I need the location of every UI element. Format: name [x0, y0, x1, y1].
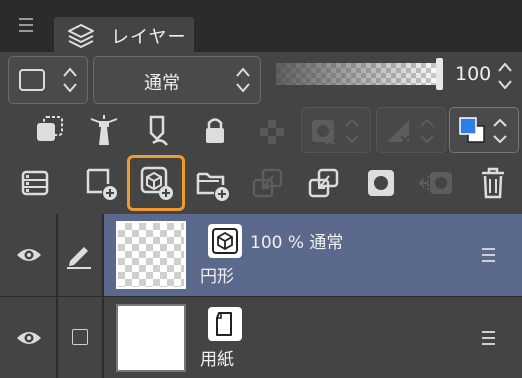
new-3d-layer-icon[interactable]: [138, 164, 176, 202]
layer-content[interactable]: 用紙: [104, 297, 522, 378]
layer-property-list-icon[interactable]: [20, 168, 50, 198]
lock-layer-icon[interactable]: [201, 114, 229, 146]
ruler-disabled-icon: [387, 118, 434, 145]
draft-layer-icon[interactable]: [141, 113, 175, 149]
new-raster-layer-icon[interactable]: [84, 166, 120, 202]
combine-with-layer-below-icon[interactable]: [307, 166, 341, 202]
opacity-slider[interactable]: [276, 63, 438, 85]
panel-menu-icon[interactable]: [19, 18, 37, 32]
layer-mask-disabled-icon: [312, 118, 359, 145]
blend-mode-select[interactable]: 通常: [93, 56, 261, 104]
edit-target-cell[interactable]: [58, 297, 102, 378]
ruler-enable-select: [376, 107, 446, 153]
opacity-slider-handle[interactable]: [436, 58, 443, 90]
new-layer-folder-icon[interactable]: [195, 166, 231, 202]
transfer-to-lower-layer-icon: [252, 168, 283, 198]
layer-color-icon: [459, 117, 507, 144]
eye-icon[interactable]: [15, 329, 43, 347]
layer-opacity-blend: 100 % 通常: [250, 233, 344, 253]
visibility-cell[interactable]: [0, 214, 56, 296]
layer-drag-handle-icon[interactable]: [482, 248, 496, 266]
palette-color-swatch: [19, 69, 45, 91]
layer-name: 円形: [200, 267, 234, 287]
pen-icon: [67, 247, 91, 269]
clip-to-layer-below-icon[interactable]: [33, 114, 67, 148]
reference-layer-icon[interactable]: [87, 113, 121, 149]
blend-mode-value: 通常: [144, 73, 180, 94]
layer-name: 用紙: [200, 350, 234, 370]
layer-color-select[interactable]: [449, 107, 519, 153]
trash-icon[interactable]: [480, 166, 506, 200]
eye-icon[interactable]: [15, 246, 43, 264]
edit-target-cell[interactable]: [58, 214, 102, 296]
edit-target-checkbox[interactable]: [72, 329, 88, 345]
layer-drag-handle-icon[interactable]: [482, 331, 496, 349]
apply-mask-to-layer-icon: [418, 172, 452, 194]
create-layer-mask-icon[interactable]: [366, 168, 396, 198]
palette-color-selector[interactable]: [8, 56, 88, 104]
layer-thumbnail: [116, 221, 186, 289]
up-down-chevron-icon: [236, 67, 250, 93]
opacity-value[interactable]: 100: [455, 63, 491, 85]
lock-transparent-pixels-icon: [260, 120, 284, 144]
tab-label: レイヤー: [111, 27, 187, 48]
up-down-chevron-icon: [63, 67, 77, 93]
visibility-cell[interactable]: [0, 297, 56, 378]
tab-layer[interactable]: レイヤー: [54, 17, 194, 52]
panel-tab-bar: レイヤー: [0, 0, 522, 52]
mask-enable-select: [301, 107, 371, 153]
layer-thumbnail: [116, 304, 186, 372]
paper-icon: [208, 307, 242, 341]
3d-object-icon: [208, 224, 242, 258]
layer-row[interactable]: 100 % 通常 円形: [0, 214, 522, 296]
layer-row[interactable]: 用紙: [0, 297, 522, 378]
layer-content[interactable]: 100 % 通常 円形: [104, 214, 522, 296]
layers-icon: [68, 24, 94, 48]
opacity-stepper-icon[interactable]: [496, 60, 514, 92]
